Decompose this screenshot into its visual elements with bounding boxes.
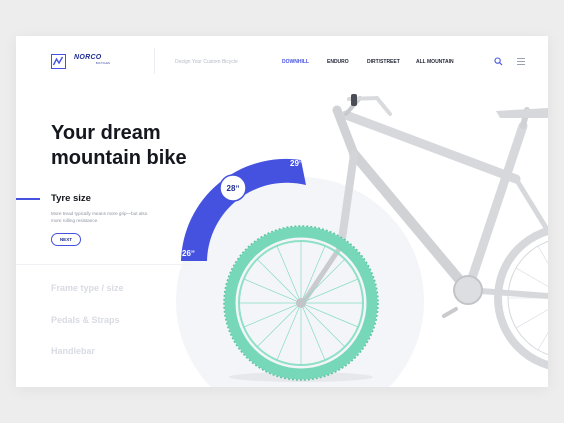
crank-graphic: [442, 307, 458, 318]
option-handlebar[interactable]: Handlebar: [51, 346, 95, 356]
tyre-size-option-28-selected[interactable]: 28ˮ: [224, 184, 242, 193]
main-card: NORCO BICYCLES Design Your Custom Bicycl…: [16, 36, 548, 387]
active-step-indicator: [16, 198, 40, 200]
option-frame-type[interactable]: Frame type / size: [51, 283, 124, 293]
section-description: More tread typically means more grip—but…: [51, 211, 148, 223]
chainring-graphic: [453, 275, 483, 305]
tyre-size-option-26[interactable]: 26ˮ: [182, 249, 195, 258]
section-title: Tyre size: [51, 193, 91, 204]
saddle-graphic: [496, 108, 548, 118]
title-line-1: Your dream: [51, 122, 161, 144]
page-title: Your dream mountain bike: [51, 121, 187, 171]
options-divider: [16, 264, 194, 265]
title-line-2: mountain bike: [51, 147, 187, 169]
handlebar-grip: [351, 94, 357, 106]
option-pedals-straps[interactable]: Pedals & Straps: [51, 315, 120, 325]
front-wheel-graphic: [223, 225, 379, 381]
next-button[interactable]: NEXT: [51, 233, 81, 246]
tyre-size-option-29[interactable]: 29ˮ: [290, 159, 303, 168]
